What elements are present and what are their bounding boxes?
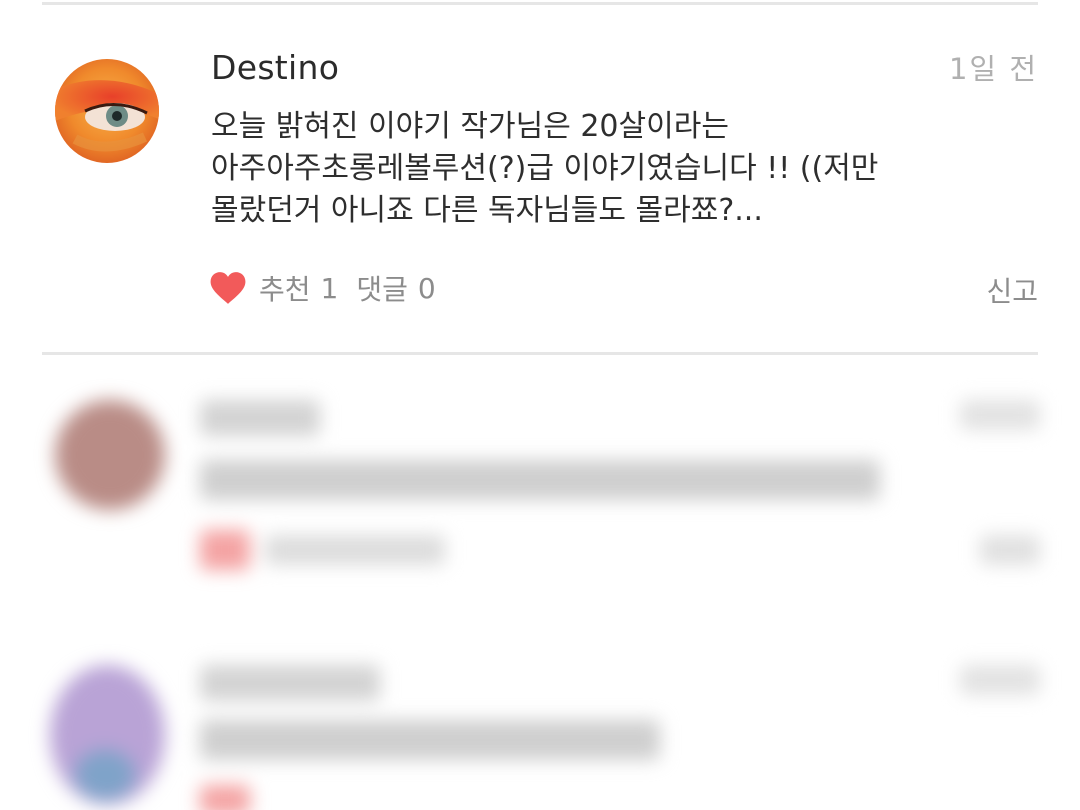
avatar-detail <box>75 750 135 800</box>
blurred-text <box>200 720 660 760</box>
blurred-author <box>200 665 380 701</box>
blurred-report <box>980 535 1040 565</box>
blurred-comment <box>0 640 1080 810</box>
blurred-heart <box>200 530 250 570</box>
comment-list: Destino 1일 전 오늘 밝혀진 이야기 작가님은 20살이라는 아주아주… <box>0 0 1080 810</box>
blurred-heart <box>200 785 250 810</box>
like-count: 1 <box>320 271 339 305</box>
blurred-text <box>200 460 880 500</box>
avatar <box>55 400 165 510</box>
blurred-time <box>960 665 1040 695</box>
reply-label[interactable]: 댓글 <box>356 268 408 308</box>
avatar[interactable] <box>55 59 159 163</box>
heart-icon[interactable] <box>209 270 247 306</box>
divider <box>42 352 1038 355</box>
comment-time: 1일 전 <box>948 52 1038 86</box>
avatar-image <box>55 59 159 163</box>
reply-count: 0 <box>417 271 436 305</box>
comment-actions: 추천 1 댓글 0 <box>209 268 436 308</box>
comment-author[interactable]: Destino <box>211 48 339 87</box>
blurred-comment <box>0 370 1080 620</box>
report-button[interactable]: 신고 <box>986 270 1038 310</box>
blurred-time <box>960 400 1040 430</box>
comment-text: 오늘 밝혀진 이야기 작가님은 20살이라는 아주아주초롱레볼루션(?)급 이야… <box>211 109 879 228</box>
like-label[interactable]: 추천 <box>259 268 311 308</box>
blurred-author <box>200 400 320 436</box>
blurred-actions <box>265 535 445 565</box>
comment-item: Destino 1일 전 오늘 밝혀진 이야기 작가님은 20살이라는 아주아주… <box>0 0 1080 352</box>
